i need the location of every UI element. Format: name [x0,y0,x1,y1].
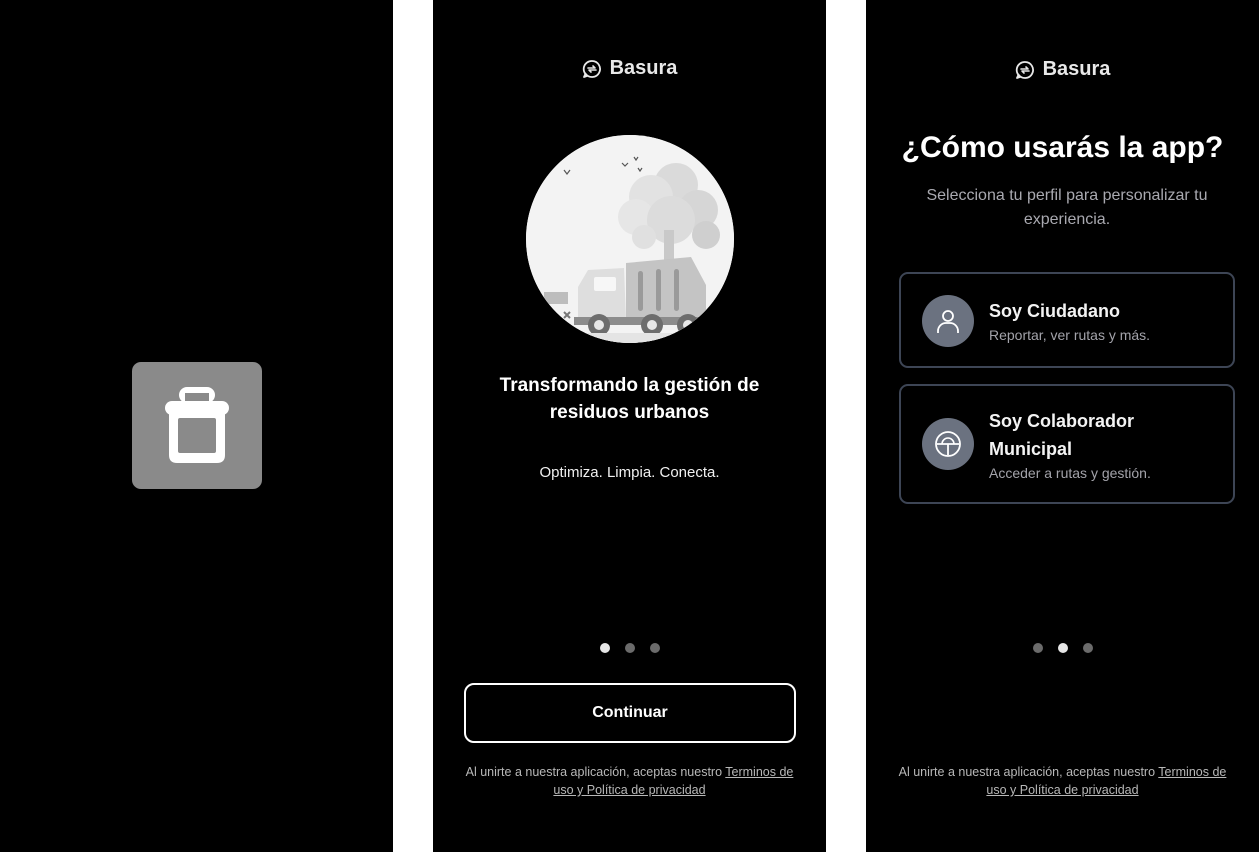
card-title: Soy Colaborador Municipal [989,411,1135,459]
legal-text: Al unirte a nuestra aplicación, aceptas … [898,765,1159,779]
splash-screen [0,0,393,852]
pagination-dot-2[interactable] [1057,643,1068,653]
user-icon [922,295,974,347]
pagination-dot-1[interactable] [1032,643,1043,653]
pagination-dot-2[interactable] [624,643,635,653]
pagination-dots [433,643,826,653]
card-description: Reportar, ver rutas y más. [989,327,1151,343]
onboarding-tagline: Optimiza. Limpia. Conecta. [539,464,720,481]
continue-button[interactable]: Continuar [464,683,796,743]
app-logo-tile [132,362,262,489]
onboarding-headline: Transformando la gestión de residuos urb… [499,375,760,423]
legal-notice: Al unirte a nuestra aplicación, aceptas … [457,763,802,799]
brand-name: Basura [1042,58,1111,80]
pagination-dot-1[interactable] [599,643,610,653]
onboarding-screen: Basura Transformando la gestión de resid… [433,0,826,852]
pagination-dots [866,643,1259,653]
legal-notice: Al unirte a nuestra aplicación, aceptas … [890,763,1235,799]
pagination-dot-3[interactable] [1082,643,1093,653]
card-description: Acceder a rutas y gestión. [989,465,1151,481]
pagination-dot-3[interactable] [649,643,660,653]
card-title: Soy Ciudadano [989,301,1121,321]
brand-name: Basura [609,57,678,79]
profile-question-title: ¿Cómo usarás la app? [901,131,1224,164]
garbage-truck-illustration [526,135,734,343]
profile-selection-screen: Basura ¿Cómo usarás la app? Selecciona t… [866,0,1259,852]
profile-question-subtitle: Selecciona tu perfil para personalizar t… [926,187,1208,228]
trash-icon [165,387,229,463]
municipal-collaborator-card[interactable]: Soy Colaborador Municipal Acceder a ruta… [899,384,1235,504]
citizen-profile-card[interactable]: Soy Ciudadano Reportar, ver rutas y más. [899,272,1235,368]
municipal-badge-icon [922,418,974,470]
brand-header: Basura [433,57,826,80]
recycle-chat-icon [582,59,601,78]
brand-header: Basura [866,58,1259,81]
legal-text: Al unirte a nuestra aplicación, aceptas … [465,765,726,779]
recycle-chat-icon [1015,60,1034,79]
